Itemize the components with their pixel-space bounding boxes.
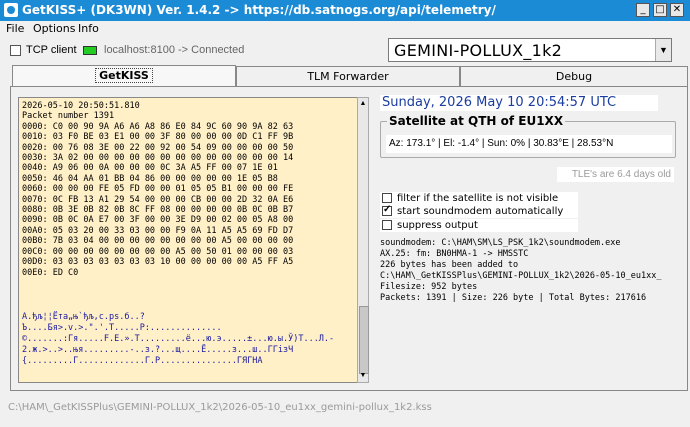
filter-visible-checkbox[interactable] [382, 193, 392, 203]
decoded-line: 2.ж.>..>..њя.........-..з.?...щ....Ё....… [22, 344, 294, 355]
sat-position-info: Az: 173.1° | El: -1.4° | Sun: 0% | 30.83… [386, 135, 672, 153]
hex-line: 0050: 46 04 AA 01 BB 04 86 00 00 00 00 0… [22, 173, 278, 184]
option-start-soundmodem[interactable]: start soundmodem automatically [380, 204, 578, 218]
hex-line: 00D0: 03 03 03 03 03 03 03 10 00 00 00 0… [22, 257, 294, 268]
window-title: GetKISS+ (DK3WN) Ver. 1.4.2 -> https://d… [22, 3, 496, 17]
app-icon [4, 3, 18, 17]
log-line: AX.25: fm: BN0HMA-1 -> HMSSTC [380, 249, 529, 260]
tle-age-status: TLE's are 6.4 days old [557, 167, 674, 182]
decoded-line: A.ђљ¦¦Ёта„њ`ђљ‚c.рѕ.б..? [22, 312, 145, 322]
hex-line: 0070: 0C FB 13 A1 29 54 00 00 00 CB 00 0… [22, 194, 294, 205]
telemetry-output[interactable]: 2026-05-10 20:50:51.810 Packet number 139… [18, 97, 369, 383]
option-filter-visible[interactable]: filter if the satellite is not visible [380, 192, 578, 205]
hex-line: 2026-05-10 20:50:51.810 [22, 101, 140, 111]
suppress-output-label: suppress output [397, 220, 478, 231]
menu-options[interactable]: Options [33, 22, 75, 35]
start-soundmodem-label: start soundmodem automatically [397, 206, 564, 217]
sat-qth-title: Satellite at QTH of EU1XX [387, 114, 566, 128]
connection-led-icon [83, 46, 97, 55]
log-line: C:\HAM\_GetKISSPlus\GEMINI-POLLUX_1k2\20… [380, 271, 662, 282]
tcp-client-checkbox[interactable] [10, 45, 21, 56]
connection-status: localhost:8100 -> Connected [104, 44, 245, 56]
decoded-text: A.ђљ¦¦Ёта„њ`ђљ‚c.рѕ.б..? Ъ....Бя>.v.>.".'… [22, 312, 334, 367]
hex-line: 00C0: 00 00 00 00 00 00 00 00 A5 00 50 0… [22, 246, 294, 257]
maximize-button[interactable]: □ [653, 3, 667, 17]
tab-tlm-forwarder[interactable]: TLM Forwarder [236, 66, 460, 86]
hex-dump: 2026-05-10 20:50:51.810 Packet number 139… [22, 101, 293, 278]
hex-line: Packet number 1391 [22, 111, 115, 122]
status-log: soundmodem: C:\HAM\SM\LS_PSK_1k2\soundmo… [380, 238, 676, 310]
decoded-line: ©.......:Гя.....F.E.».Т.........ё...ю.э.… [22, 333, 335, 344]
telemetry-scrollbar[interactable]: ▲ ▼ [357, 97, 369, 383]
tab-getkiss[interactable]: GetKISS [12, 65, 236, 87]
scrollbar-thumb[interactable] [359, 306, 369, 374]
hex-line: 0060: 00 00 00 FE 05 FD 00 00 01 05 05 B… [22, 184, 294, 195]
tcp-client-label: TCP client [26, 44, 77, 56]
log-line: soundmodem: C:\HAM\SM\LS_PSK_1k2\soundmo… [380, 238, 621, 248]
status-bar-file-path: C:\HAM\_GetKISSPlus\GEMINI-POLLUX_1k2\20… [8, 402, 432, 413]
chevron-down-icon[interactable]: ▼ [655, 39, 671, 61]
menu-bar: File Options Info [0, 21, 690, 37]
minimize-button[interactable]: _ [636, 3, 650, 17]
utc-datetime: Sunday, 2026 May 10 20:54:57 UTC [380, 95, 658, 111]
hex-line: 0000: C0 00 90 9A A6 A6 A8 86 E0 84 9C 6… [22, 121, 294, 132]
hex-line: 0010: 03 F0 BE 03 E1 00 00 3F 80 00 00 0… [22, 132, 294, 143]
hex-line: 0090: 0B 0C 0A E7 00 3F 00 00 3E D9 00 0… [22, 215, 294, 226]
tab-debug[interactable]: Debug [460, 66, 688, 86]
decoded-line: {.........Г.............Г.Р.............… [22, 355, 263, 366]
decoded-line: Ъ....Бя>.v.>.".'.T.....P:.............. [22, 322, 222, 333]
tab-getkiss-label: GetKISS [95, 68, 153, 83]
filter-visible-label: filter if the satellite is not visible [397, 193, 559, 204]
tab-tlm-forwarder-label: TLM Forwarder [307, 70, 389, 83]
satellite-select-value: GEMINI-POLLUX_1k2 [394, 41, 563, 60]
scroll-up-icon[interactable]: ▲ [358, 98, 368, 110]
suppress-output-checkbox[interactable] [382, 220, 392, 230]
hex-line: 00E0: ED C0 [22, 267, 79, 278]
hex-line: 00A0: 05 03 20 00 33 03 00 00 F9 0A 11 A… [22, 225, 294, 236]
option-suppress-output[interactable]: suppress output [380, 219, 578, 232]
satellite-select[interactable]: GEMINI-POLLUX_1k2 ▼ [388, 38, 672, 62]
log-line: Filesize: 952 bytes [380, 282, 478, 293]
tab-debug-label: Debug [555, 70, 593, 83]
hex-line: 0080: 0B 3E 0B 82 0B 8C FF 08 00 00 00 0… [22, 205, 294, 216]
log-line: Packets: 1391 | Size: 226 byte | Total B… [380, 293, 647, 304]
hex-line: 00B0: 7B 03 04 00 00 00 00 00 00 00 00 A… [22, 236, 294, 247]
hex-line: 0040: A9 06 00 0A 00 00 00 0C 3A A5 FF 0… [22, 163, 278, 174]
menu-file[interactable]: File [6, 22, 24, 35]
scroll-down-icon[interactable]: ▼ [358, 370, 368, 382]
close-button[interactable]: ✕ [670, 3, 684, 17]
start-soundmodem-checkbox[interactable] [382, 204, 392, 216]
log-line: 226 bytes has been added to [380, 260, 519, 271]
menu-info[interactable]: Info [78, 22, 99, 35]
title-bar: GetKISS+ (DK3WN) Ver. 1.4.2 -> https://d… [0, 0, 690, 21]
hex-line: 0020: 00 76 08 3E 00 22 00 92 00 54 09 0… [22, 142, 294, 153]
hex-line: 0030: 3A 02 00 00 00 00 00 00 00 00 00 0… [22, 153, 294, 164]
